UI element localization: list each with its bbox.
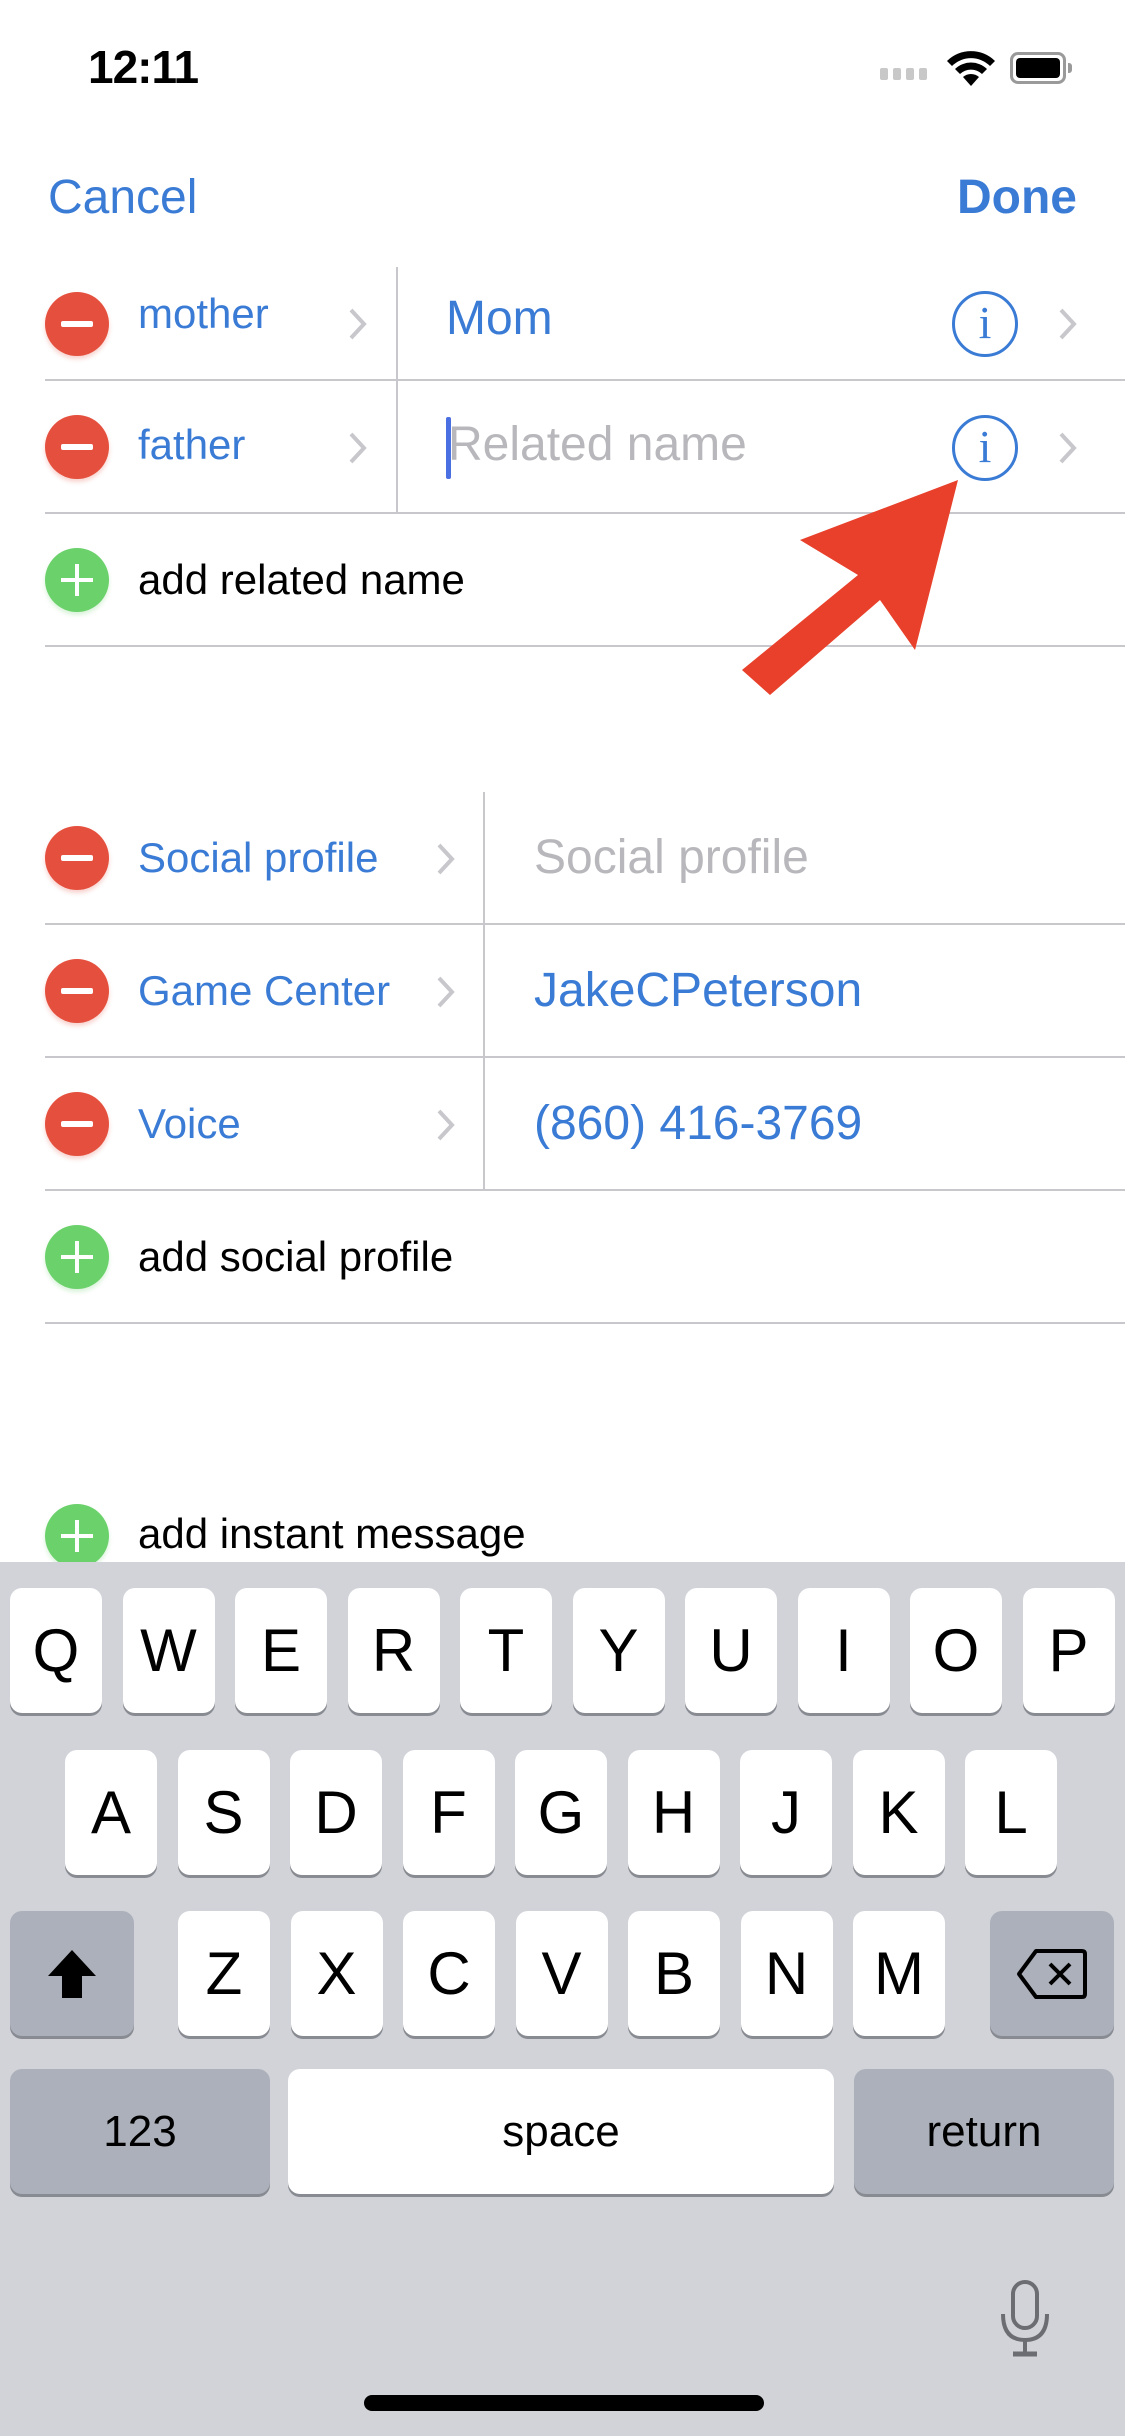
shift-key[interactable]	[10, 1911, 134, 2036]
add-related-name-button[interactable]	[45, 548, 109, 612]
shift-arrow-icon	[48, 1949, 96, 1998]
key-z[interactable]: Z	[178, 1911, 270, 2036]
row-separator	[45, 1322, 1125, 1324]
info-icon: i	[978, 421, 992, 472]
social-profile-row: Game Center JakeCPeterson	[0, 925, 1125, 1058]
key-j[interactable]: J	[740, 1750, 832, 1875]
related-name-row-mother: mother Mom i	[0, 267, 1125, 381]
annotation-arrow-icon	[742, 480, 958, 695]
key-b[interactable]: B	[628, 1911, 720, 2036]
related-name-field[interactable]: Mom	[446, 291, 553, 346]
key-v[interactable]: V	[515, 1911, 608, 2036]
microphone-icon[interactable]	[995, 2278, 1055, 2358]
key-c[interactable]: C	[403, 1911, 495, 2036]
key-q[interactable]: Q	[10, 1588, 102, 1713]
delete-related-name-button[interactable]	[45, 292, 109, 356]
backspace-icon	[1017, 1948, 1087, 1999]
numbers-key[interactable]: 123	[10, 2069, 270, 2194]
delete-social-profile-button[interactable]	[45, 959, 109, 1023]
chevron-right-icon	[348, 431, 368, 465]
delete-social-profile-button[interactable]	[45, 826, 109, 890]
add-social-profile-row[interactable]: add social profile	[0, 1191, 1125, 1324]
key-f[interactable]: F	[402, 1750, 495, 1875]
social-profile-row: Voice (860) 416-3769	[0, 1058, 1125, 1191]
key-w[interactable]: W	[122, 1588, 215, 1713]
vertical-divider	[483, 925, 485, 1058]
chevron-right-icon	[348, 307, 368, 341]
related-name-field[interactable]: Related name	[448, 417, 747, 472]
chevron-right-icon	[436, 842, 456, 876]
key-x[interactable]: X	[290, 1911, 383, 2036]
key-r[interactable]: R	[347, 1588, 440, 1713]
related-name-label-selector[interactable]: father	[138, 421, 245, 469]
social-profile-field[interactable]: (860) 416-3769	[534, 1096, 862, 1151]
done-button[interactable]: Done	[957, 170, 1077, 225]
key-d[interactable]: D	[290, 1750, 382, 1875]
delete-social-profile-button[interactable]	[45, 1092, 109, 1156]
key-u[interactable]: U	[685, 1588, 777, 1713]
social-profile-label-selector[interactable]: Social profile	[138, 834, 378, 882]
add-related-name-label[interactable]: add related name	[138, 556, 465, 604]
related-name-label-selector[interactable]: mother	[138, 290, 269, 338]
return-key[interactable]: return	[854, 2069, 1114, 2194]
add-instant-message-button[interactable]	[45, 1504, 109, 1562]
info-button[interactable]: i	[952, 291, 1018, 357]
key-t[interactable]: T	[460, 1588, 552, 1713]
key-m[interactable]: M	[853, 1911, 945, 2036]
key-e[interactable]: E	[235, 1588, 327, 1713]
add-instant-message-label[interactable]: add instant message	[138, 1510, 526, 1558]
battery-icon	[1010, 52, 1072, 84]
social-profile-field[interactable]: JakeCPeterson	[534, 963, 862, 1018]
key-a[interactable]: A	[65, 1750, 157, 1875]
vertical-divider	[396, 267, 398, 381]
key-k[interactable]: K	[852, 1750, 945, 1875]
social-profile-row: Social profile Social profile	[0, 792, 1125, 925]
add-social-profile-label[interactable]: add social profile	[138, 1233, 453, 1281]
key-g[interactable]: G	[515, 1750, 607, 1875]
key-s[interactable]: S	[177, 1750, 270, 1875]
delete-related-name-button[interactable]	[45, 415, 109, 479]
space-key[interactable]: space	[288, 2069, 834, 2194]
chevron-right-icon	[436, 975, 456, 1009]
key-y[interactable]: Y	[572, 1588, 665, 1713]
chevron-right-icon	[1058, 431, 1078, 465]
info-icon: i	[978, 297, 992, 348]
cancel-button[interactable]: Cancel	[48, 170, 197, 225]
cellular-signal-icon	[880, 68, 927, 80]
key-l[interactable]: L	[965, 1750, 1057, 1875]
status-time: 12:11	[88, 41, 199, 93]
add-social-profile-button[interactable]	[45, 1225, 109, 1289]
key-p[interactable]: P	[1022, 1588, 1115, 1713]
vertical-divider	[483, 1058, 485, 1191]
key-i[interactable]: I	[797, 1588, 890, 1713]
social-profile-label-selector[interactable]: Voice	[138, 1100, 241, 1148]
keyboard: QWERTYUIOP ASDFGHJKL ZXCVBNM 123 space r…	[0, 1562, 1125, 2436]
chevron-right-icon	[436, 1108, 456, 1142]
vertical-divider	[396, 381, 398, 514]
social-profile-label-selector[interactable]: Game Center	[138, 967, 390, 1015]
key-h[interactable]: H	[627, 1750, 720, 1875]
vertical-divider	[483, 792, 485, 925]
delete-key[interactable]	[990, 1911, 1114, 2036]
home-indicator	[364, 2395, 764, 2411]
social-profile-field[interactable]: Social profile	[534, 830, 809, 885]
key-o[interactable]: O	[910, 1588, 1002, 1713]
add-instant-message-row[interactable]: add instant message	[0, 1470, 1125, 1562]
key-n[interactable]: N	[740, 1911, 833, 2036]
wifi-icon	[947, 51, 995, 86]
chevron-right-icon	[1058, 307, 1078, 341]
